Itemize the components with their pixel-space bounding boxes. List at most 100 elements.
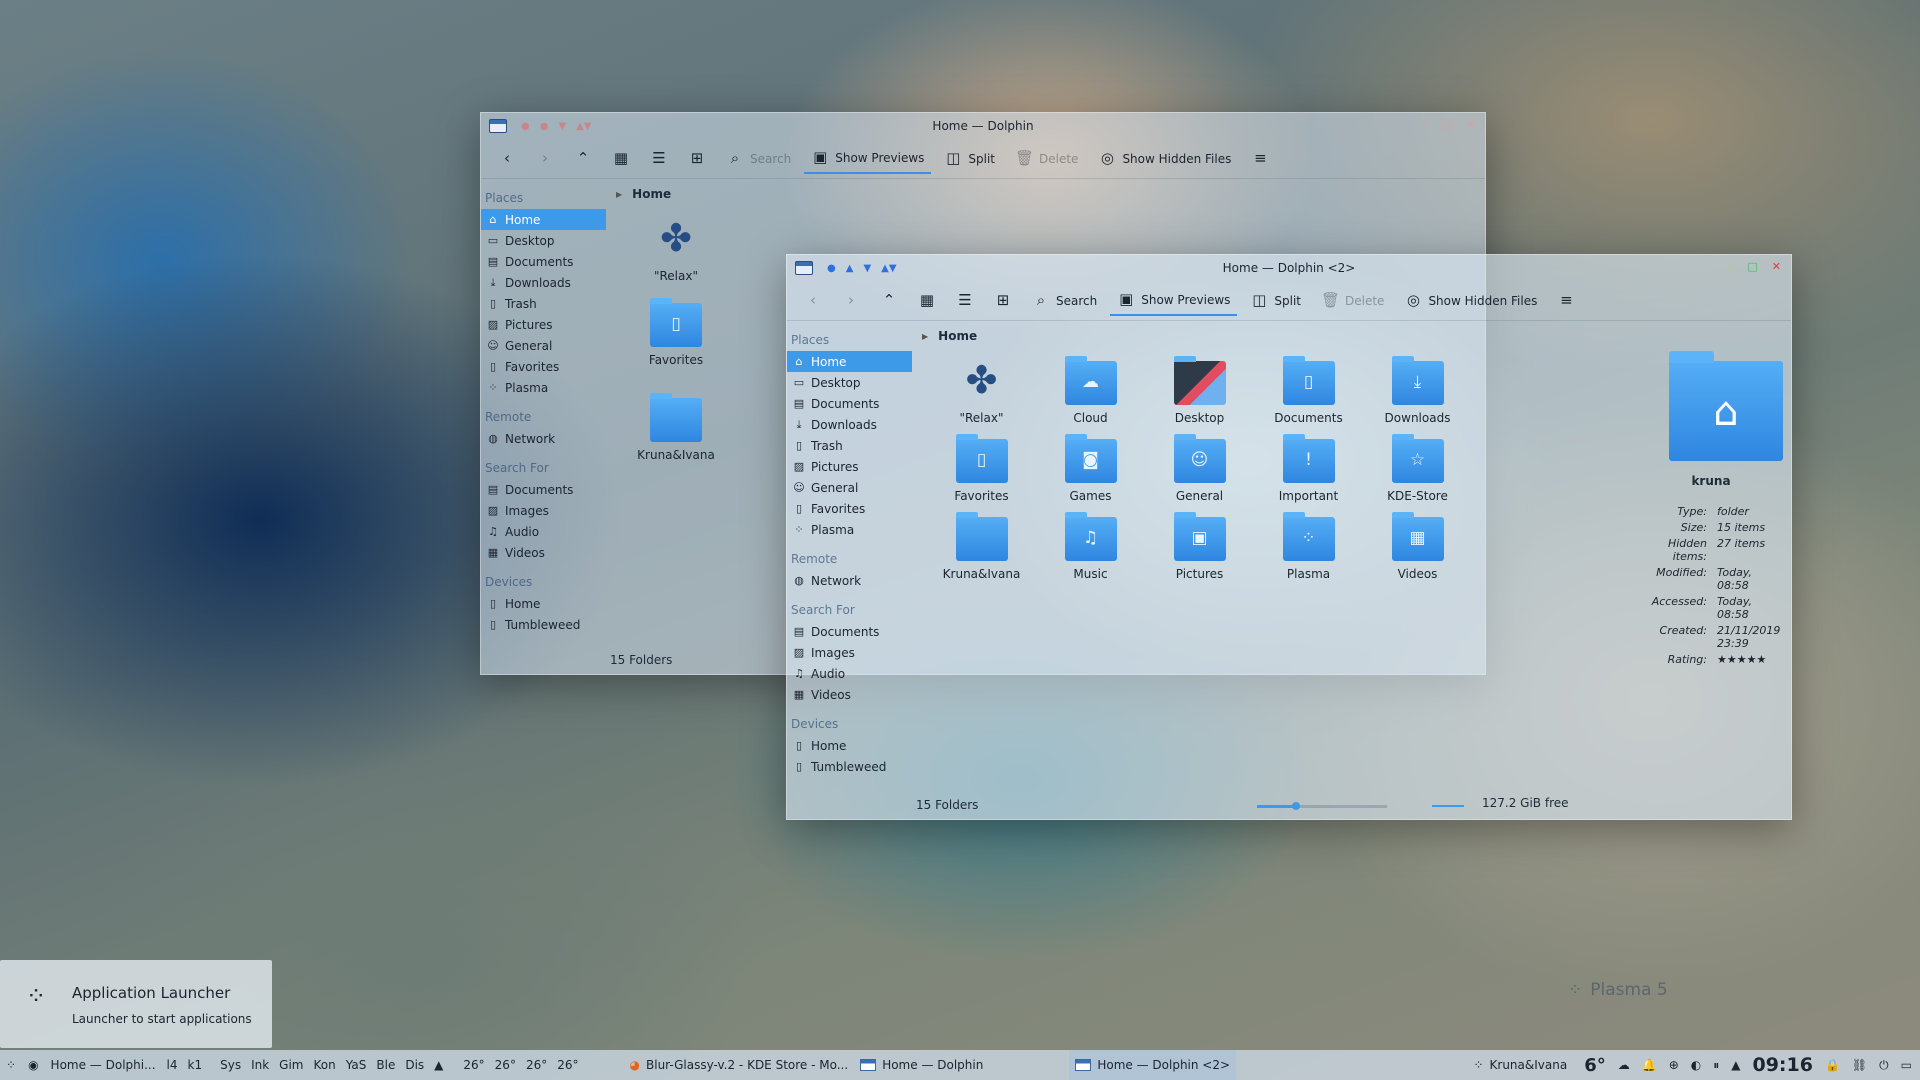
- show-desktop-icon[interactable]: ▭: [1901, 1058, 1912, 1072]
- sidebar-item-device-tumbleweed[interactable]: ▯ Tumbleweed: [787, 756, 912, 777]
- hamburger-menu-button[interactable]: ≡: [1550, 286, 1582, 316]
- icons-view-button[interactable]: ▦: [605, 144, 637, 174]
- file-item[interactable]: ☆ KDE-Store: [1363, 433, 1472, 511]
- breadcrumb[interactable]: ▶ Home: [616, 187, 671, 201]
- task-dolphin-short[interactable]: Home — Dolphi...: [45, 1050, 162, 1080]
- launcher-sys[interactable]: Sys: [215, 1050, 246, 1080]
- updates-icon[interactable]: ⊕: [1669, 1058, 1679, 1072]
- dolphin-app-icon[interactable]: [795, 261, 813, 275]
- rating-stars[interactable]: ★★★★★: [1717, 653, 1787, 666]
- power-icon[interactable]: ⏻: [1879, 1058, 1889, 1073]
- forward-button[interactable]: ›: [835, 286, 867, 316]
- sidebar-item-search-images[interactable]: ▨ Images: [787, 642, 912, 663]
- up-button[interactable]: ⌃: [567, 144, 599, 174]
- file-item[interactable]: ✤ "Relax": [927, 355, 1036, 433]
- forward-button[interactable]: ›: [529, 144, 561, 174]
- sidebar-item-plasma[interactable]: ⁘ Plasma: [481, 377, 606, 398]
- weather-temperature[interactable]: 6°: [1584, 1055, 1606, 1076]
- sidebar-item-favorites[interactable]: ▯ Favorites: [481, 356, 606, 377]
- compact-view-button[interactable]: ☰: [949, 286, 981, 316]
- minimize-button[interactable]: –: [1422, 118, 1428, 131]
- application-launcher-button[interactable]: ⁘: [0, 1050, 22, 1080]
- sidebar-item-search-audio[interactable]: ♫ Audio: [787, 663, 912, 684]
- minimize-button[interactable]: –: [1728, 260, 1734, 273]
- sidebar-item-network[interactable]: ◍ Network: [787, 570, 912, 591]
- file-item[interactable]: ☁ Cloud: [1036, 355, 1145, 433]
- title-bar[interactable]: ● ▲ ▼ ▲▼ Home — Dolphin <2> – □ ✕: [787, 255, 1791, 281]
- task-k1[interactable]: k1: [183, 1050, 208, 1080]
- sidebar-item-network[interactable]: ◍ Network: [481, 428, 606, 449]
- sidebar-item-general[interactable]: ☺ General: [787, 477, 912, 498]
- maximize-button[interactable]: □: [1441, 118, 1451, 131]
- file-item[interactable]: ⤓ Downloads: [1363, 355, 1472, 433]
- close-button[interactable]: ✕: [1466, 118, 1475, 131]
- file-item[interactable]: ! Important: [1254, 433, 1363, 511]
- compact-view-button[interactable]: ☰: [643, 144, 675, 174]
- sidebar-item-device-tumbleweed[interactable]: ▯ Tumbleweed: [481, 614, 606, 635]
- launcher-yas[interactable]: YaS: [341, 1050, 372, 1080]
- delete-button[interactable]: 🗑 Delete: [1314, 286, 1391, 316]
- sidebar-item-home[interactable]: ⌂ Home: [481, 209, 606, 230]
- sidebar-item-downloads[interactable]: ⤓ Downloads: [481, 272, 606, 293]
- launcher-dis[interactable]: Dis: [400, 1050, 429, 1080]
- sidebar-item-device-home[interactable]: ▯ Home: [481, 593, 606, 614]
- launcher-ink[interactable]: Ink: [246, 1050, 274, 1080]
- file-item[interactable]: ▦ Videos: [1363, 511, 1472, 589]
- sidebar-item-plasma[interactable]: ⁘ Plasma: [787, 519, 912, 540]
- title-bar[interactable]: ● ● ▼ ▲▼ Home — Dolphin – □ ✕: [481, 113, 1485, 139]
- sidebar-item-documents[interactable]: ▤ Documents: [787, 393, 912, 414]
- sidebar-item-trash[interactable]: ▯ Trash: [481, 293, 606, 314]
- launcher-ble[interactable]: Ble: [371, 1050, 400, 1080]
- file-item[interactable]: Desktop: [1145, 355, 1254, 433]
- icons-view-button[interactable]: ▦: [911, 286, 943, 316]
- sidebar-item-general[interactable]: ☺ General: [481, 335, 606, 356]
- file-item[interactable]: ▣ Pictures: [1145, 511, 1254, 589]
- file-item[interactable]: ✤ "Relax": [631, 213, 721, 283]
- sidebar-item-downloads[interactable]: ⤓ Downloads: [787, 414, 912, 435]
- zoom-slider[interactable]: [1257, 802, 1387, 810]
- launcher-kon[interactable]: Kon: [309, 1050, 341, 1080]
- volume-icon[interactable]: ◐: [1691, 1058, 1701, 1072]
- expand-arrow[interactable]: ▲: [429, 1050, 448, 1080]
- back-button[interactable]: ‹: [491, 144, 523, 174]
- details-view-button[interactable]: ⊞: [987, 286, 1019, 316]
- sidebar-item-pictures[interactable]: ▨ Pictures: [787, 456, 912, 477]
- details-view-button[interactable]: ⊞: [681, 144, 713, 174]
- file-item[interactable]: Kruna&Ivana: [927, 511, 1036, 589]
- file-item[interactable]: ♫ Music: [1036, 511, 1145, 589]
- network-icon[interactable]: ⛓: [1852, 1058, 1867, 1072]
- maximize-button[interactable]: □: [1747, 260, 1757, 273]
- show-hidden-files-button[interactable]: ◎ Show Hidden Files: [1397, 286, 1544, 316]
- launcher-gim[interactable]: Gim: [274, 1050, 308, 1080]
- sidebar-item-pictures[interactable]: ▨ Pictures: [481, 314, 606, 335]
- file-item[interactable]: Kruna&Ivana: [631, 392, 721, 462]
- sidebar-item-search-documents[interactable]: ▤ Documents: [787, 621, 912, 642]
- lock-icon[interactable]: 🔒: [1825, 1058, 1840, 1072]
- sidebar-item-device-home[interactable]: ▯ Home: [787, 735, 912, 756]
- dolphin-app-icon[interactable]: [489, 119, 507, 133]
- dolphin-window-front[interactable]: ● ▲ ▼ ▲▼ Home — Dolphin <2> – □ ✕ ‹ › ⌃ ▦ ☰ ⊞…: [786, 254, 1792, 820]
- clock[interactable]: 09:16: [1752, 1054, 1812, 1076]
- show-previews-button[interactable]: ▣ Show Previews: [1110, 286, 1238, 316]
- sidebar-item-trash[interactable]: ▯ Trash: [787, 435, 912, 456]
- task-dolphin-2[interactable]: Home — Dolphin <2>: [1069, 1050, 1237, 1080]
- zoom-slider-handle[interactable]: [1292, 802, 1300, 810]
- close-button[interactable]: ✕: [1772, 260, 1781, 273]
- sidebar-item-home[interactable]: ⌂ Home: [787, 351, 912, 372]
- split-button[interactable]: ◫ Split: [1243, 286, 1308, 316]
- user-switcher[interactable]: ⁘ Kruna&Ivana: [1468, 1050, 1572, 1080]
- breadcrumb[interactable]: ▶ Home: [922, 329, 977, 343]
- split-button[interactable]: ◫ Split: [937, 144, 1002, 174]
- back-button[interactable]: ‹: [797, 286, 829, 316]
- notifications-icon[interactable]: 🔔: [1642, 1058, 1657, 1072]
- tray-expand-icon[interactable]: ▲: [1731, 1058, 1740, 1072]
- sidebar-item-documents[interactable]: ▤ Documents: [481, 251, 606, 272]
- delete-button[interactable]: 🗑 Delete: [1008, 144, 1085, 174]
- sidebar-item-search-videos[interactable]: ▦ Videos: [481, 542, 606, 563]
- hamburger-menu-button[interactable]: ≡: [1244, 144, 1276, 174]
- file-item[interactable]: ◙ Games: [1036, 433, 1145, 511]
- sidebar-item-desktop[interactable]: ▭ Desktop: [481, 230, 606, 251]
- sidebar-item-desktop[interactable]: ▭ Desktop: [787, 372, 912, 393]
- task-dolphin[interactable]: Home — Dolphin: [854, 1050, 989, 1080]
- show-hidden-files-button[interactable]: ◎ Show Hidden Files: [1091, 144, 1238, 174]
